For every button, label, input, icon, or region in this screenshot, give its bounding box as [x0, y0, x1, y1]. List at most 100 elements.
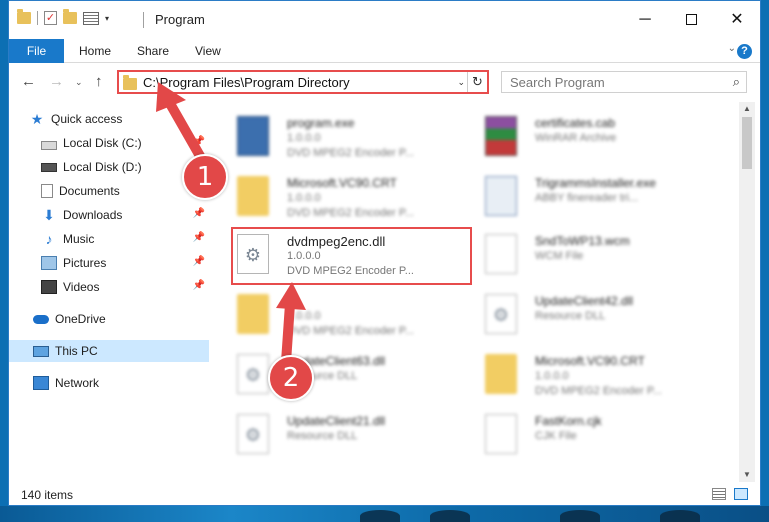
maximize-icon [685, 14, 697, 26]
sidebar-item-label: Pictures [63, 256, 107, 270]
address-dropdown-icon[interactable]: ⌄ [457, 77, 465, 88]
tab-share[interactable]: Share [137, 39, 169, 63]
sidebar-item-quick-access[interactable]: ★ Quick access [29, 108, 229, 130]
videos-icon [41, 280, 57, 294]
address-path[interactable]: C:\Program Files\Program Directory [143, 75, 350, 90]
file-list: program.exe 1.0.0.0 DVD MPEG2 Encoder P.… [215, 102, 745, 482]
pictures-icon [41, 256, 57, 270]
step-1-badge: 1 [182, 154, 228, 200]
sidebar-item-local-disk-c[interactable]: Local Disk (C:) 📌 [41, 132, 209, 154]
sidebar-item-label: Music [63, 232, 95, 246]
palm-silhouette [660, 510, 700, 522]
palm-silhouette [560, 510, 600, 522]
star-icon: ★ [30, 111, 44, 127]
file-item[interactable]: SndToWP13.wcm WCM File [473, 228, 713, 286]
details-view-icon[interactable] [712, 488, 726, 500]
status-bar: 140 items [9, 485, 760, 505]
scroll-up-icon[interactable]: ▲ [739, 102, 755, 116]
address-bar[interactable]: C:\Program Files\Program Directory ⌄ ↻ [117, 70, 489, 94]
sidebar-item-videos[interactable]: Videos 📌 [41, 276, 209, 298]
file-name: program.exe [287, 116, 355, 130]
drive-icon [41, 162, 57, 172]
tab-home[interactable]: Home [79, 39, 111, 63]
sidebar-item-label: Local Disk (C:) [63, 136, 142, 150]
file-item[interactable]: program.exe 1.0.0.0 DVD MPEG2 Encoder P.… [225, 110, 465, 168]
item-count: 140 items [21, 488, 74, 502]
sidebar-item-downloads[interactable]: ⬇ Downloads 📌 [41, 204, 209, 226]
sidebar-item-pictures[interactable]: Pictures 📌 [41, 252, 209, 274]
customize-toolbar-icon[interactable]: ▾ [105, 14, 109, 23]
view-options-icon[interactable] [83, 11, 99, 25]
minimize-button[interactable]: ─ [622, 1, 668, 39]
scroll-down-icon[interactable]: ▼ [739, 468, 755, 482]
onedrive-icon [33, 314, 49, 324]
file-type: WCM File [535, 250, 584, 262]
file-type: Resource DLL [535, 310, 606, 322]
pin-icon[interactable]: 📌 [193, 136, 205, 147]
sidebar-item-music[interactable]: ♪ Music 📌 [41, 228, 209, 250]
palm-silhouette [430, 510, 470, 522]
new-folder-icon[interactable] [63, 9, 77, 24]
file-item[interactable]: Microsoft.VC90.CRT 1.0.0.0 DVD MPEG2 Enc… [473, 348, 713, 406]
forward-button[interactable]: → [49, 73, 64, 90]
pin-icon[interactable]: 📌 [193, 232, 205, 243]
scroll-thumb[interactable] [742, 117, 752, 169]
file-name: UpdateClient42.dll [535, 294, 634, 308]
file-item[interactable]: UpdateClient63.dll Resource DLL [225, 348, 465, 406]
pc-icon [33, 345, 49, 357]
file-item[interactable]: certificates.cab WinRAR Archive [473, 110, 713, 168]
pin-icon[interactable]: 📌 [193, 280, 205, 291]
file-item[interactable]: UpdateClient21.dll Resource DLL [225, 408, 465, 466]
file-icon [485, 234, 517, 274]
sidebar-item-label: Documents [59, 184, 120, 198]
help-icon[interactable]: ? [737, 44, 752, 59]
window-title: Program [155, 12, 205, 27]
refresh-button[interactable]: ↻ [467, 72, 487, 92]
file-item[interactable]: 1.0.0.0 DVD MPEG2 Encoder P... [225, 288, 465, 346]
file-version: 1.0.0.0 [535, 370, 569, 382]
vertical-scrollbar[interactable]: ▲ ▼ [739, 102, 755, 482]
file-type: WinRAR Archive [535, 132, 617, 144]
pin-icon[interactable]: 📌 [193, 256, 205, 267]
installer-icon [485, 176, 517, 216]
large-icons-view-icon[interactable] [734, 488, 748, 500]
folder-icon[interactable] [17, 9, 31, 24]
exe-icon [237, 116, 269, 156]
expand-ribbon-icon[interactable]: ⌄ [728, 43, 736, 54]
sidebar-item-label: Downloads [63, 208, 123, 222]
recent-locations-icon[interactable]: ⌄ [75, 77, 83, 88]
sidebar-item-label: OneDrive [55, 312, 106, 326]
search-input[interactable]: Search Program ⌕ [501, 71, 747, 93]
desktop-background [0, 506, 769, 522]
file-item[interactable]: TrigrammsInstaller.exe ABBY finereader t… [473, 170, 713, 228]
sidebar-item-label: Quick access [51, 112, 123, 126]
maximize-button[interactable] [668, 1, 714, 39]
close-button[interactable]: ✕ [714, 1, 760, 39]
search-icon[interactable]: ⌕ [733, 74, 740, 90]
documents-icon [41, 184, 53, 198]
file-name: UpdateClient21.dll [287, 414, 386, 428]
tab-file[interactable]: File [9, 39, 64, 63]
file-description: DVD MPEG2 Encoder P... [535, 385, 662, 397]
file-version: 1.0.0.0 [287, 132, 321, 144]
sidebar-item-this-pc[interactable]: This PC [9, 340, 209, 362]
file-type: CJK File [535, 430, 577, 442]
up-button[interactable]: ↑ [95, 73, 103, 90]
pin-icon[interactable]: 📌 [193, 208, 205, 219]
properties-check-icon[interactable]: ✓ [44, 11, 57, 25]
file-name: SndToWP13.wcm [535, 234, 630, 248]
navigation-bar: ← → ⌄ ↑ C:\Program Files\Program Directo… [9, 63, 760, 101]
file-item[interactable]: FastKorn.cjk CJK File [473, 408, 713, 466]
dll-gear-icon [485, 294, 517, 334]
tab-view[interactable]: View [195, 39, 221, 63]
sidebar-item-label: Local Disk (D:) [63, 160, 142, 174]
sidebar-item-network[interactable]: Network [33, 372, 209, 394]
sidebar-item-label: This PC [55, 344, 98, 358]
music-icon: ♪ [45, 231, 53, 247]
file-item[interactable]: Microsoft.VC90.CRT 1.0.0.0 DVD MPEG2 Enc… [225, 170, 465, 228]
file-item[interactable]: UpdateClient42.dll Resource DLL [473, 288, 713, 346]
file-name: FastKorn.cjk [535, 414, 602, 428]
back-button[interactable]: ← [21, 73, 36, 90]
dll-gear-icon [237, 354, 269, 394]
sidebar-item-onedrive[interactable]: OneDrive [33, 308, 209, 330]
